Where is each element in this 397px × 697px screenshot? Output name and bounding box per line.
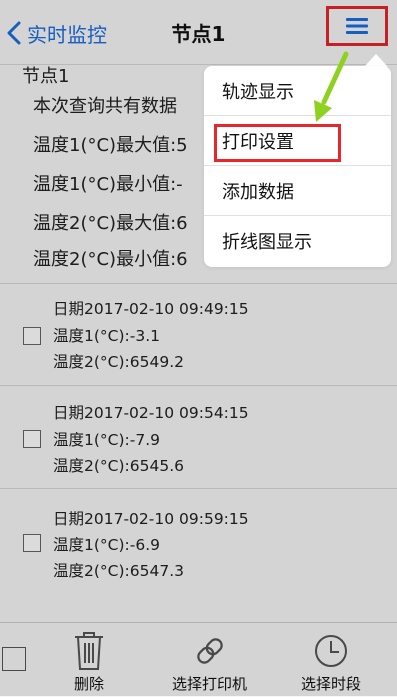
popup-menu: 轨迹显示 打印设置 添加数据 折线图显示 <box>204 66 391 267</box>
menu-item-add-data[interactable]: 添加数据 <box>204 166 391 216</box>
menu-item-track[interactable]: 轨迹显示 <box>204 66 391 116</box>
arrow-icon <box>314 51 349 122</box>
menu-item-line-chart[interactable]: 折线图显示 <box>204 216 391 266</box>
